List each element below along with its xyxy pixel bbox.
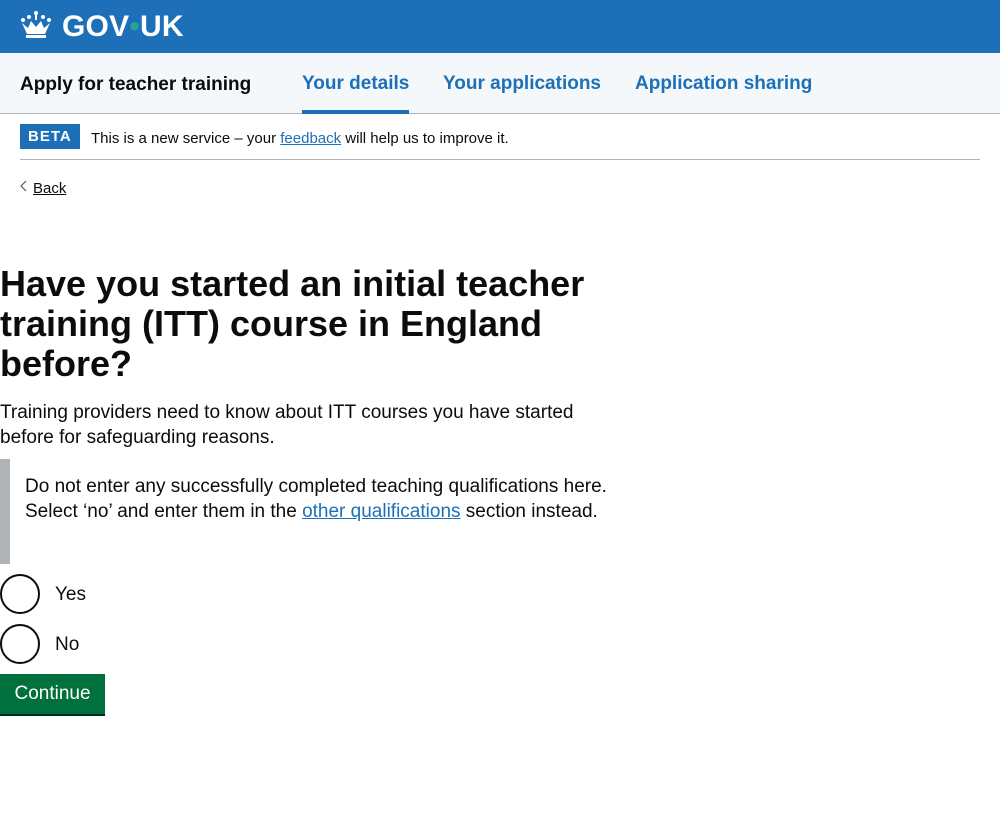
crown-icon [21,11,51,38]
govuk-logo[interactable]: GOV•UK [62,9,184,45]
feedback-link[interactable]: feedback [280,130,341,147]
radio-option-no[interactable]: No [0,624,200,664]
service-navigation: Apply for teacher training Your details … [0,53,1000,114]
continue-button[interactable]: Continue [0,674,105,714]
nav-your-details[interactable]: Your details [302,72,410,114]
other-qualifications-link[interactable]: other qualifications [302,501,460,522]
radio-label-no[interactable]: No [55,632,79,657]
nav-your-applications[interactable]: Your applications [443,72,601,96]
radio-button-yes[interactable] [0,574,40,614]
radio-label-yes[interactable]: Yes [55,582,86,607]
chevron-left-icon [20,180,27,192]
inset-text: Do not enter any successfully completed … [0,459,630,564]
back-link-label: Back [33,180,67,197]
service-name[interactable]: Apply for teacher training [20,74,251,96]
hint-text: Training providers need to know about IT… [0,402,574,448]
radio-button-no[interactable] [0,624,40,664]
radio-option-yes[interactable]: Yes [0,574,200,614]
phase-banner-text: This is a new service – your feedback wi… [91,130,509,147]
beta-tag: BETA [20,124,80,149]
nav-application-sharing[interactable]: Application sharing [635,72,812,96]
phase-banner: BETA This is a new service – your feedba… [20,114,980,160]
govuk-header: GOV•UK [0,0,1000,53]
page-title: Have you started an initial teacher trai… [0,263,585,384]
